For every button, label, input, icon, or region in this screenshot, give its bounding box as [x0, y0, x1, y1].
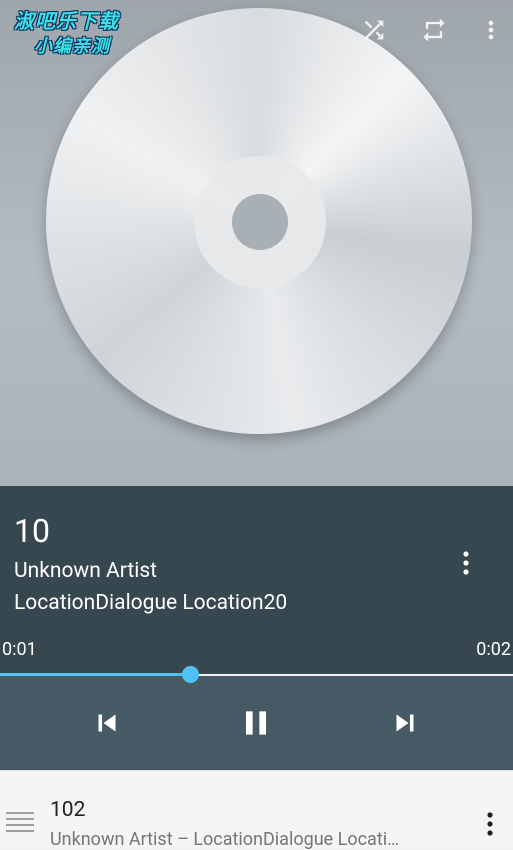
- watermark-logo: 淑吧乐下载 小编亲测: [14, 10, 119, 58]
- queue-item-more-vert-icon[interactable]: [478, 809, 502, 839]
- track-artist: Unknown Artist: [14, 559, 158, 583]
- track-album: LocationDialogue Location20: [14, 591, 288, 615]
- watermark-line-1: 淑吧乐下载: [14, 11, 119, 33]
- player-toolbar: [357, 14, 513, 46]
- seek-bar[interactable]: [0, 666, 513, 683]
- track-title: 10: [14, 512, 50, 550]
- disc-center-hole: [232, 194, 288, 250]
- playback-controls: [0, 676, 513, 770]
- shuffle-icon[interactable]: [357, 14, 391, 46]
- track-more-vert-icon[interactable]: [454, 548, 478, 578]
- queue-list: 102 Unknown Artist – LocationDialogue Lo…: [0, 770, 513, 850]
- seek-bar-fill: [0, 673, 190, 676]
- watermark-line-2: 小编亲测: [34, 36, 110, 56]
- current-time: 0:01: [2, 639, 37, 660]
- seek-bar-thumb[interactable]: [182, 666, 199, 683]
- now-playing-panel: 10 Unknown Artist LocationDialogue Locat…: [0, 486, 513, 674]
- skip-next-icon[interactable]: [382, 700, 428, 746]
- queue-item-title[interactable]: 102: [50, 798, 85, 822]
- album-art-area: 淑吧乐下载 小编亲测: [0, 0, 513, 486]
- pause-icon[interactable]: [233, 700, 279, 746]
- skip-previous-icon[interactable]: [84, 700, 130, 746]
- repeat-icon[interactable]: [417, 14, 451, 46]
- more-vert-icon[interactable]: [477, 14, 505, 46]
- cd-disc-placeholder: [46, 8, 472, 434]
- duration-time: 0:02: [476, 639, 511, 660]
- drag-handle-icon[interactable]: [6, 809, 34, 837]
